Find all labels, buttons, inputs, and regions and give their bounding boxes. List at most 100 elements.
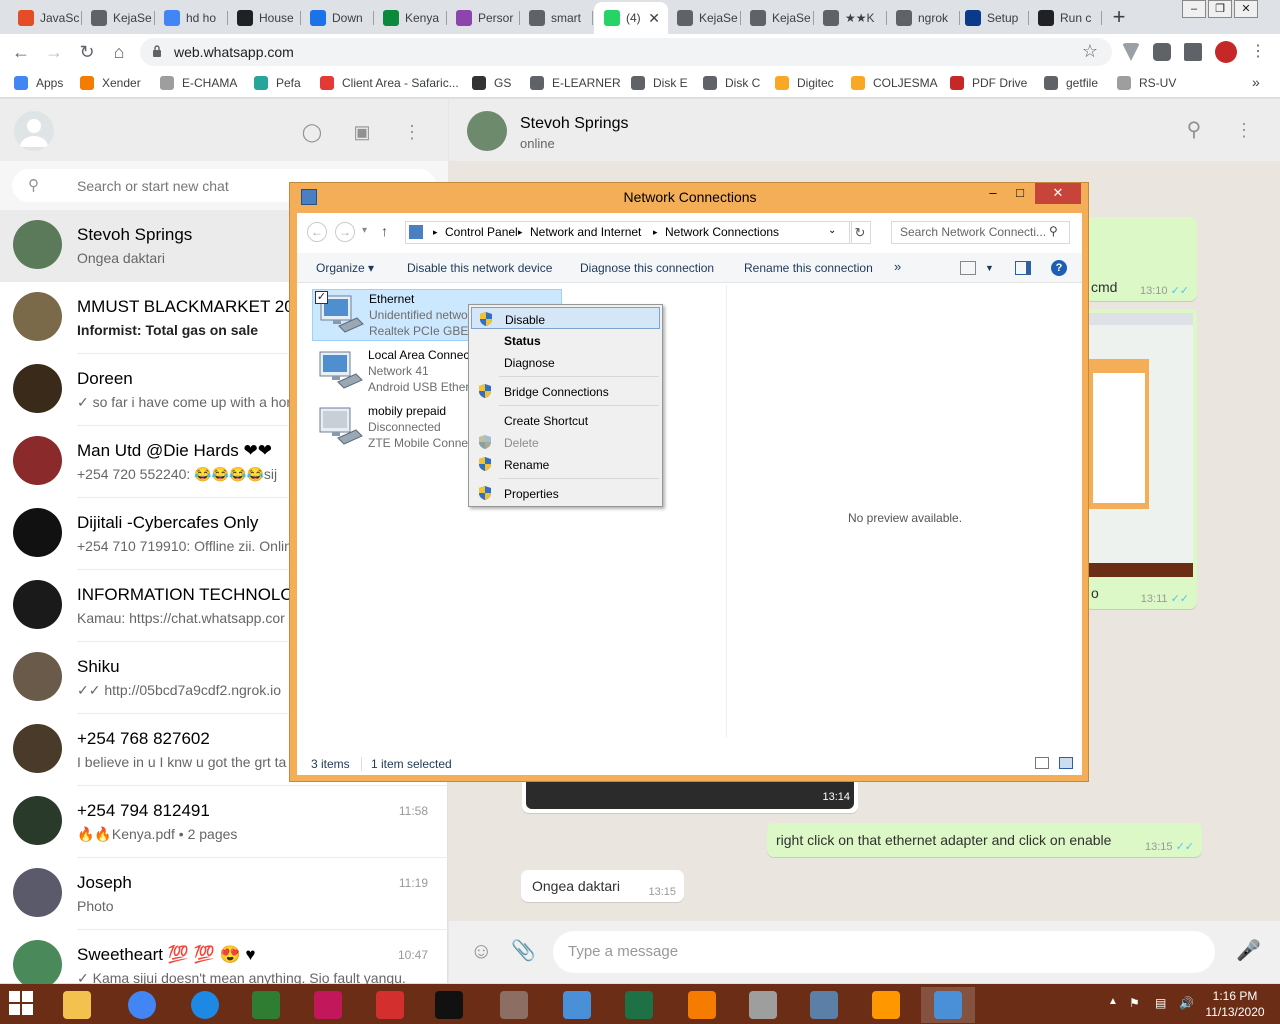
action-center-flag-icon[interactable]: ⚑ — [1129, 996, 1140, 1010]
attach-icon[interactable]: 📎 — [511, 940, 536, 962]
network-tray-icon[interactable]: ▤ — [1155, 996, 1166, 1010]
chat-menu-icon[interactable]: ⋮ — [1233, 119, 1255, 141]
chat-list-item[interactable]: +254 794 812491 🔥🔥Kenya.pdf • 2 pages 11:5… — [0, 786, 448, 858]
bookmark-item[interactable]: RS-UV — [1117, 76, 1176, 90]
microphone-icon[interactable]: 🎤 — [1236, 940, 1261, 962]
browser-tab[interactable]: Down — [300, 4, 374, 32]
taskbar-app-installer[interactable] — [736, 987, 790, 1023]
taskbar-app-camera[interactable] — [301, 987, 355, 1023]
recent-dropdown-icon[interactable]: ▾ — [362, 225, 367, 236]
window-close-button[interactable]: ✕ — [1035, 183, 1081, 204]
restore-button[interactable]: ❐ — [1208, 0, 1232, 18]
bookmark-star-icon[interactable]: ☆ — [1082, 41, 1098, 62]
bookmark-item[interactable]: Apps — [14, 76, 63, 90]
back-icon[interactable]: ← — [10, 42, 32, 64]
window-minimize-button[interactable]: – — [980, 183, 1006, 204]
menu-icon[interactable]: ⋮ — [1250, 43, 1266, 61]
rename-connection-button[interactable]: Rename this connection — [744, 261, 873, 275]
window-maximize-button[interactable]: □ — [1007, 183, 1033, 204]
bookmark-item[interactable]: Disk E — [631, 76, 688, 90]
new-chat-icon[interactable]: ▣ — [351, 121, 373, 143]
more-commands-button[interactable]: » — [894, 259, 901, 274]
tab-close-icon[interactable]: ✕ — [648, 10, 660, 27]
address-dropdown-icon[interactable]: ⌄ — [828, 225, 836, 236]
extension-icon[interactable] — [1122, 43, 1140, 61]
taskbar-app-edge[interactable] — [178, 987, 232, 1023]
back-button[interactable]: ← — [307, 222, 327, 242]
message-bubble[interactable]: Ongea daktari 13:15 — [521, 870, 684, 902]
browser-tab[interactable]: smart — [519, 4, 593, 32]
browser-tab[interactable]: KejaSe — [740, 4, 814, 32]
taskbar-app-pdf[interactable] — [363, 987, 417, 1023]
browser-tab[interactable]: ★★K — [813, 4, 887, 32]
help-icon[interactable]: ? — [1051, 260, 1067, 276]
browser-tab[interactable]: KejaSe — [667, 4, 741, 32]
menu-item-create-shortcut[interactable]: Create Shortcut — [471, 409, 660, 431]
browser-tab[interactable]: Kenya — [373, 4, 447, 32]
menu-item-disable[interactable]: Disable — [471, 307, 660, 329]
status-icon[interactable]: ◯ — [301, 121, 323, 143]
tiles-view-icon[interactable] — [1059, 757, 1073, 769]
bookmark-item[interactable]: COLJESMA — [851, 76, 938, 90]
menu-item-bridge-connections[interactable]: Bridge Connections — [471, 380, 660, 402]
taskbar-app-paint[interactable] — [487, 987, 541, 1023]
details-view-icon[interactable] — [1035, 757, 1049, 769]
taskbar-app-network[interactable] — [797, 987, 851, 1023]
diagnose-connection-button[interactable]: Diagnose this connection — [580, 261, 714, 275]
bookmark-item[interactable]: Xender — [80, 76, 141, 90]
up-button[interactable]: ↑ — [381, 223, 388, 239]
bookmark-item[interactable]: Client Area - Safaric... — [320, 76, 459, 90]
system-clock[interactable]: 1:16 PM 11/13/2020 — [1200, 988, 1270, 1020]
taskbar-app-excel[interactable] — [612, 987, 666, 1023]
breadcrumb-network-internet[interactable]: Network and Internet — [530, 225, 641, 239]
taskbar-app-sublime[interactable] — [859, 987, 913, 1023]
minimize-button[interactable]: – — [1182, 0, 1206, 18]
chat-list-item[interactable]: Joseph Photo 11:19 — [0, 858, 448, 930]
taskbar-app-chrome[interactable] — [115, 987, 169, 1023]
bookmark-item[interactable]: PDF Drive — [950, 76, 1027, 90]
contact-name[interactable]: Stevoh Springs — [520, 115, 629, 133]
pane-divider[interactable] — [726, 285, 727, 737]
volume-icon[interactable]: 🔊 — [1179, 996, 1194, 1010]
browser-tab[interactable]: hd ho — [154, 4, 228, 32]
bookmark-item[interactable]: getfile — [1044, 76, 1098, 90]
taskbar-app-control-panel[interactable] — [921, 987, 975, 1023]
search-messages-icon[interactable]: ⚲ — [1183, 119, 1205, 141]
taskbar-app-file-explorer[interactable] — [50, 987, 104, 1023]
puzzle-icon[interactable] — [1184, 43, 1202, 61]
menu-item-status[interactable]: Status — [471, 329, 660, 351]
menu-item-diagnose[interactable]: Diagnose — [471, 351, 660, 373]
tab-active[interactable]: (4) ✕ — [594, 2, 668, 34]
bookmark-item[interactable]: Pefa — [254, 76, 301, 90]
image-message[interactable]: o 13:11 ✓✓ — [1085, 309, 1197, 609]
menu-item-properties[interactable]: Properties — [471, 482, 660, 504]
breadcrumb-network-connections[interactable]: Network Connections — [665, 225, 779, 239]
message-bubble[interactable]: cmd 13:10 ✓✓ — [1085, 217, 1197, 301]
tray-overflow-icon[interactable]: ▲ — [1108, 996, 1118, 1007]
taskbar-app-vlc[interactable] — [675, 987, 729, 1023]
menu-icon[interactable]: ⋮ — [401, 121, 423, 143]
browser-tab[interactable]: KejaSe — [81, 4, 155, 32]
disable-device-button[interactable]: Disable this network device — [407, 261, 552, 275]
refresh-icon[interactable]: ↻ — [849, 221, 871, 244]
preview-pane-icon[interactable] — [1015, 261, 1031, 275]
home-icon[interactable]: ⌂ — [108, 42, 130, 64]
my-avatar[interactable] — [14, 111, 54, 151]
contact-avatar[interactable] — [467, 111, 507, 151]
bookmark-item[interactable]: Disk C — [703, 76, 760, 90]
view-options-icon[interactable] — [960, 261, 976, 275]
taskbar-app-store[interactable] — [239, 987, 293, 1023]
bookmark-item[interactable]: GS — [472, 76, 511, 90]
view-dropdown-icon[interactable]: ▼ — [985, 263, 994, 273]
emoji-icon[interactable]: ☺ — [470, 940, 492, 962]
browser-tab[interactable]: Setup — [955, 4, 1029, 32]
bookmark-item[interactable]: E-LEARNER — [530, 76, 621, 90]
start-button[interactable] — [8, 990, 38, 1018]
forward-button[interactable]: → — [335, 222, 355, 242]
organize-menu[interactable]: Organize ▾ — [316, 261, 374, 275]
message-bubble[interactable]: right click on that ethernet adapter and… — [767, 823, 1202, 857]
bookmarks-overflow-icon[interactable]: » — [1252, 74, 1260, 90]
browser-tab[interactable]: House — [227, 4, 301, 32]
reload-icon[interactable]: ↻ — [76, 42, 98, 64]
taskbar-app-cmd[interactable] — [422, 987, 476, 1023]
